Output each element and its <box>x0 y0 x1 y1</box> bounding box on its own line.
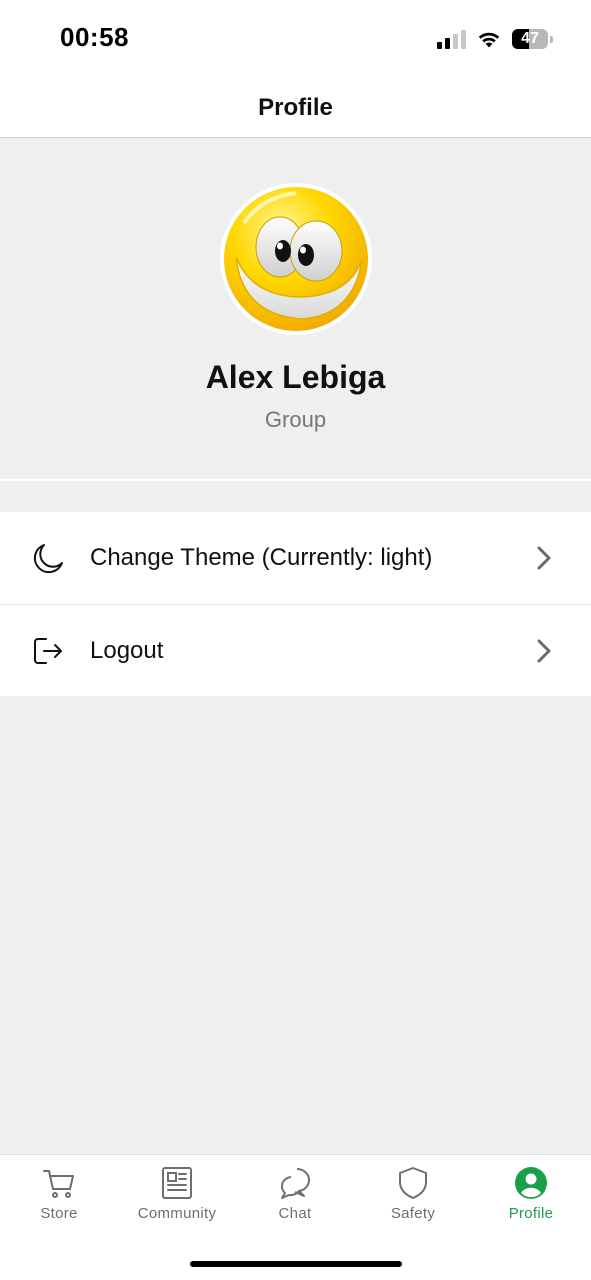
tab-profile[interactable]: Profile <box>472 1165 590 1231</box>
cart-icon <box>43 1170 74 1198</box>
avatar[interactable] <box>220 183 372 335</box>
smiley-face-avatar-icon <box>224 187 368 331</box>
change-theme-label: Change Theme (Currently: light) <box>90 544 433 571</box>
wifi-icon <box>478 32 500 48</box>
change-theme-item[interactable]: Change Theme (Currently: light) <box>0 512 591 604</box>
logout-item[interactable]: Logout <box>0 604 591 696</box>
chevron-right-icon <box>537 639 551 663</box>
settings-menu: Change Theme (Currently: light) Logout <box>0 512 591 696</box>
tab-chat-label: Chat <box>278 1205 312 1222</box>
page-title: Profile <box>258 93 333 121</box>
tab-safety-label: Safety <box>390 1205 436 1222</box>
tab-community[interactable]: Community <box>118 1165 236 1231</box>
logout-label: Logout <box>90 636 164 664</box>
cellular-signal-icon <box>437 29 466 49</box>
user-group: Group <box>264 407 327 432</box>
logout-icon <box>34 638 62 664</box>
status-time: 00:58 <box>60 22 129 52</box>
status-icons: 47 <box>437 26 553 52</box>
user-name: Alex Lebiga <box>205 359 386 395</box>
status-bar: 00:58 47 <box>0 0 591 78</box>
navigation-header: Profile <box>0 78 591 138</box>
battery-cap <box>550 35 553 43</box>
tab-profile-label: Profile <box>508 1205 554 1222</box>
tab-store[interactable]: Store <box>0 1165 118 1231</box>
shield-icon <box>399 1167 427 1199</box>
moon-icon <box>33 544 63 574</box>
battery-icon: 47 <box>512 29 548 49</box>
profile-screen: 00:58 47 Profile Alex Lebiga Group Chang… <box>0 0 591 1280</box>
tab-safety[interactable]: Safety <box>354 1165 472 1231</box>
tab-community-label: Community <box>137 1205 217 1222</box>
chevron-right-icon <box>537 546 551 570</box>
home-indicator[interactable] <box>190 1261 402 1267</box>
newspaper-icon <box>162 1167 192 1199</box>
tab-store-label: Store <box>40 1205 78 1222</box>
person-circle-icon <box>515 1167 547 1199</box>
profile-header: Alex Lebiga Group <box>0 139 591 481</box>
tab-chat[interactable]: Chat <box>236 1165 354 1231</box>
battery-percent: 47 <box>521 30 539 47</box>
chat-bubbles-icon <box>280 1168 311 1199</box>
